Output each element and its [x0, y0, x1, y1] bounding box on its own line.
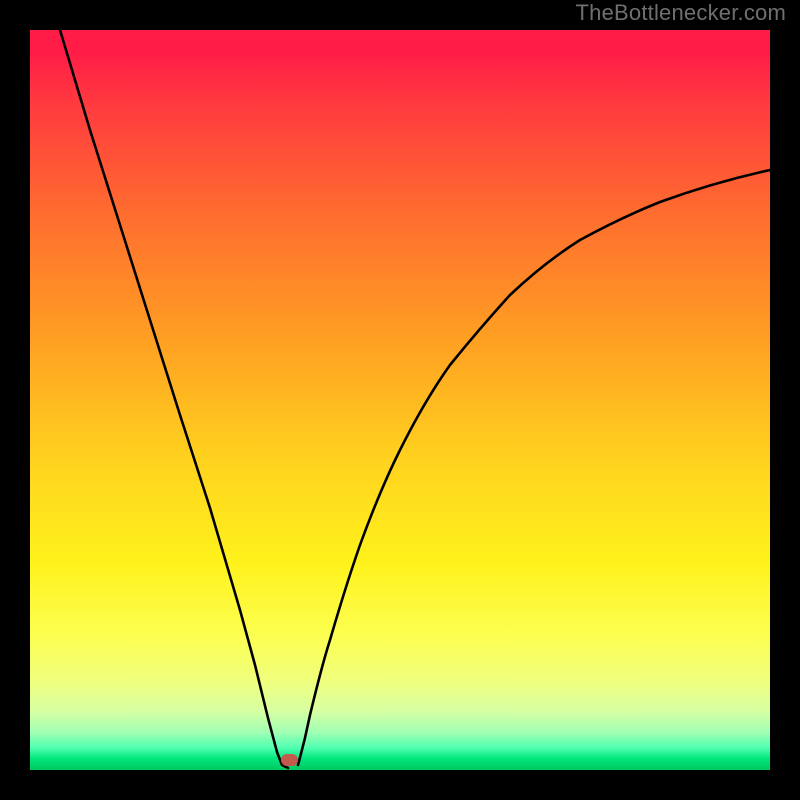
curve-right-branch	[298, 170, 770, 765]
plot-area	[30, 30, 770, 770]
minimum-marker	[281, 754, 298, 766]
curve-left-branch	[60, 30, 288, 768]
bottleneck-curve	[30, 30, 770, 770]
watermark-text: TheBottlenecker.com	[576, 0, 786, 26]
